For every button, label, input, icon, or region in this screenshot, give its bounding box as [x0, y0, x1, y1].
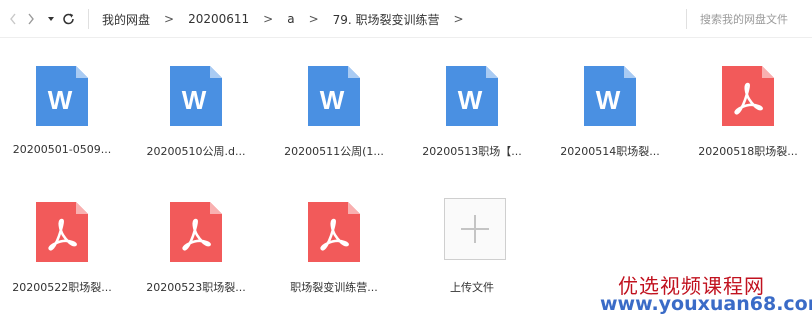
file-item[interactable]: 20200523职场裂... — [134, 174, 258, 294]
file-name: 20200514职场裂... — [560, 145, 660, 158]
search-input[interactable] — [700, 9, 808, 29]
file-item[interactable]: W 20200511公周(1... — [272, 38, 396, 158]
file-name: 20200522职场裂... — [12, 281, 112, 294]
search-divider — [686, 9, 687, 29]
breadcrumb-separator: > — [263, 12, 274, 26]
caret-down-icon — [48, 17, 54, 21]
breadcrumb-separator: > — [453, 12, 464, 26]
pdf-document-icon — [36, 202, 88, 262]
word-document-icon: W — [36, 66, 88, 126]
upload-label: 上传文件 — [450, 281, 494, 294]
file-item[interactable]: 20200518职场裂... — [686, 38, 810, 158]
toolbar-divider — [88, 9, 89, 29]
chevron-left-icon — [10, 13, 16, 25]
breadcrumb-item-current[interactable]: 79. 职场裂变训练营 — [333, 11, 440, 28]
svg-text:W: W — [182, 85, 207, 115]
chevron-right-icon — [28, 13, 34, 25]
svg-text:W: W — [320, 85, 345, 115]
file-item[interactable]: 20200522职场裂... — [0, 174, 124, 294]
forward-button[interactable] — [22, 9, 40, 29]
toolbar: 我的网盘 > 20200611 > a > 79. 职场裂变训练营 > — [0, 0, 812, 38]
file-name: 职场裂变训练营... — [290, 281, 378, 294]
file-name: 20200518职场裂... — [698, 145, 798, 158]
history-dropdown-button[interactable] — [42, 9, 60, 29]
word-document-icon: W — [308, 66, 360, 126]
breadcrumb: 我的网盘 > 20200611 > a > 79. 职场裂变训练营 > — [102, 0, 478, 38]
pdf-document-icon — [170, 202, 222, 262]
word-document-icon: W — [170, 66, 222, 126]
file-item[interactable]: W 20200510公周.d... — [134, 38, 258, 158]
svg-text:W: W — [48, 85, 73, 115]
file-name: 20200510公周.d... — [146, 145, 246, 158]
file-item[interactable]: W 20200501-0509... — [0, 38, 124, 158]
file-grid: W 20200501-0509... W 20200510公周.d... W 2… — [0, 38, 812, 315]
upload-button[interactable] — [444, 198, 506, 260]
svg-text:W: W — [596, 85, 621, 115]
word-document-icon: W — [446, 66, 498, 126]
back-button[interactable] — [4, 9, 22, 29]
file-name: 20200513职场【... — [422, 145, 522, 158]
plus-icon — [461, 215, 489, 243]
word-document-icon: W — [584, 66, 636, 126]
file-item[interactable]: 职场裂变训练营... — [272, 174, 396, 294]
breadcrumb-item-root[interactable]: 我的网盘 — [102, 11, 150, 28]
file-name: 20200523职场裂... — [146, 281, 246, 294]
breadcrumb-item-20200611[interactable]: 20200611 — [188, 12, 249, 26]
refresh-icon — [63, 13, 74, 25]
svg-text:W: W — [458, 85, 483, 115]
breadcrumb-separator: > — [308, 12, 319, 26]
breadcrumb-item-a[interactable]: a — [287, 12, 294, 26]
refresh-button[interactable] — [60, 9, 78, 29]
breadcrumb-separator: > — [164, 12, 175, 26]
file-name: 20200511公周(1... — [284, 145, 384, 158]
file-item[interactable]: W 20200514职场裂... — [548, 38, 672, 158]
pdf-document-icon — [722, 66, 774, 126]
upload-file-tile[interactable]: 上传文件 — [410, 174, 534, 294]
pdf-document-icon — [308, 202, 360, 262]
file-item[interactable]: W 20200513职场【... — [410, 38, 534, 158]
file-name: 20200501-0509... — [12, 143, 112, 156]
